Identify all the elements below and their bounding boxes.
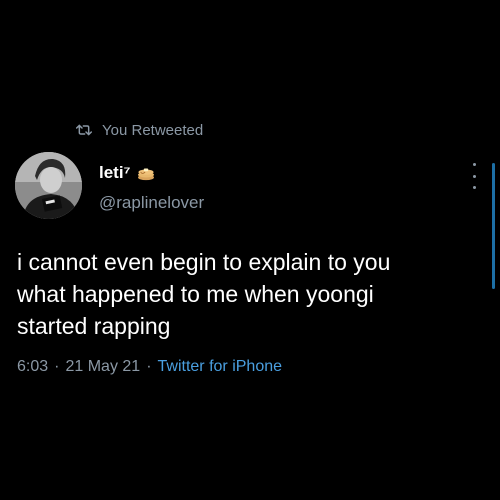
author-handle[interactable]: @raplinelover [99, 193, 204, 213]
author-display-name[interactable]: leti⁷ [99, 163, 131, 183]
retweet-label: You Retweeted [102, 121, 204, 139]
meta-separator: · [54, 358, 60, 375]
tweet-meta: 6:03 · 21 May 21 · Twitter for iPhone [17, 358, 282, 376]
tweet-screen: You Retweeted leti⁷ @raplinelover i cann… [0, 0, 500, 500]
meta-separator: · [146, 358, 152, 375]
author-name-row[interactable]: leti⁷ [99, 163, 155, 183]
more-options-icon[interactable] [466, 163, 482, 189]
tweet-text: i cannot even begin to explain to you wh… [17, 249, 391, 339]
tweet-time: 6:03 [17, 358, 49, 375]
pancake-emoji-icon [137, 168, 154, 181]
retweet-banner: You Retweeted [76, 119, 203, 141]
scrollbar[interactable] [492, 163, 495, 289]
tweet-date: 21 May 21 [65, 358, 141, 375]
tweet-source-link[interactable]: Twitter for iPhone [158, 358, 283, 376]
avatar[interactable] [15, 152, 82, 219]
avatar-photo [15, 152, 82, 219]
retweet-icon [76, 124, 92, 136]
